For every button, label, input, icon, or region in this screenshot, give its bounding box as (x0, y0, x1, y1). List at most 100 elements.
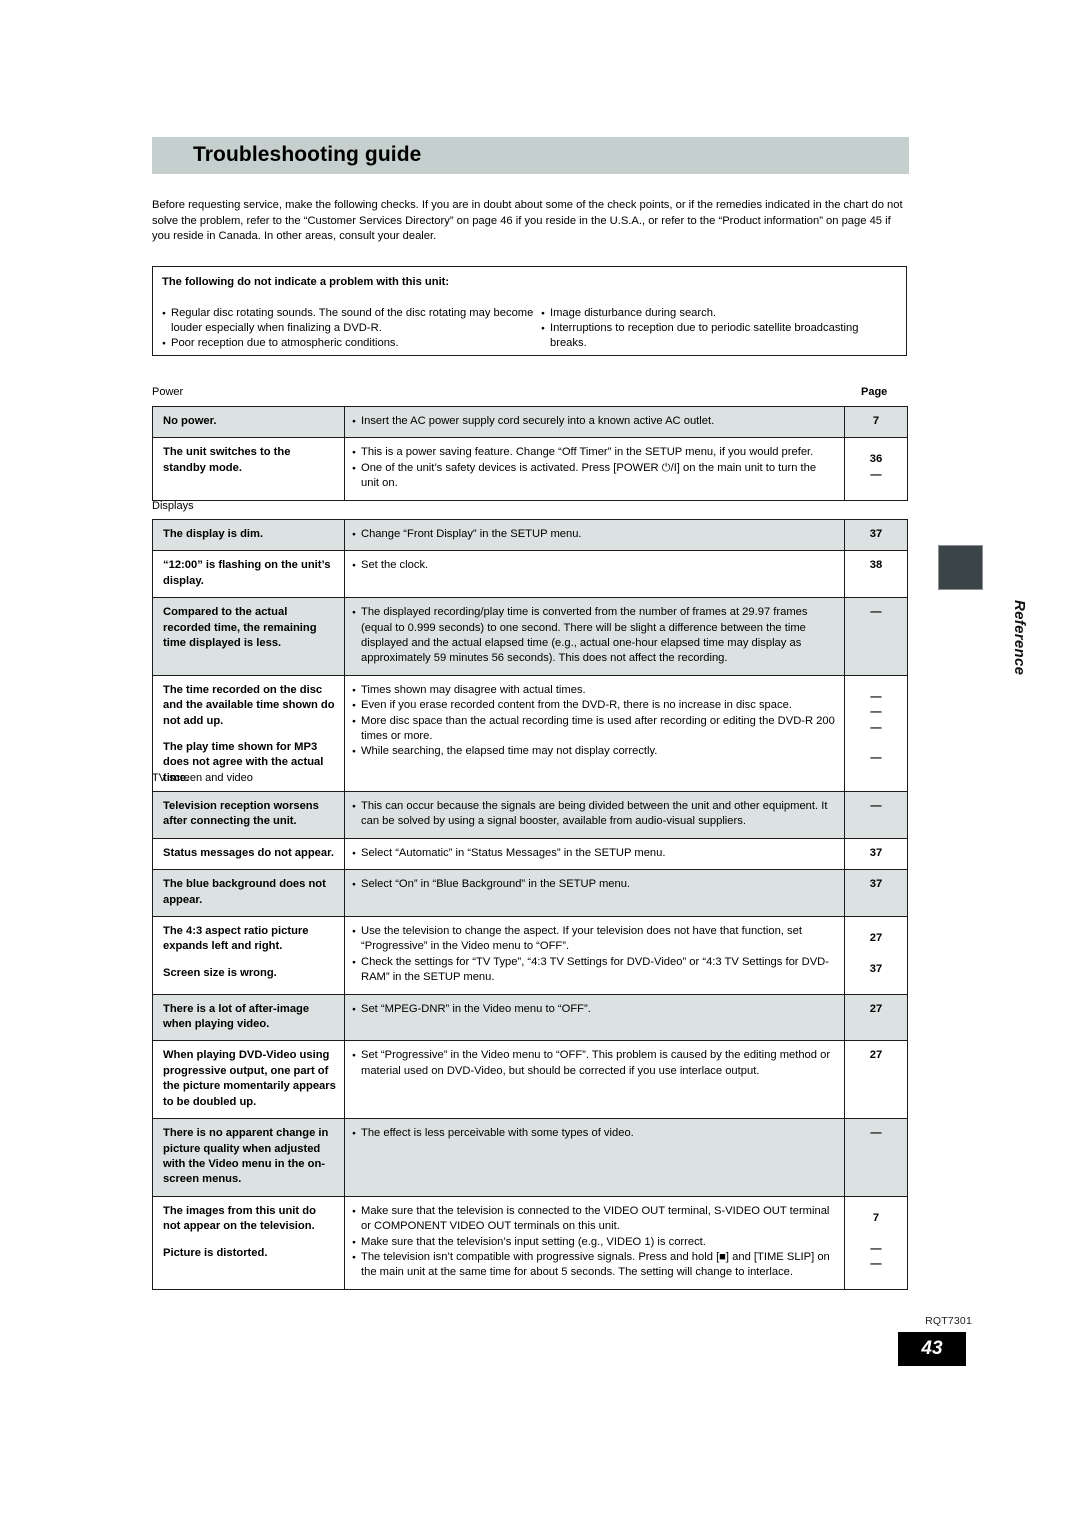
page-ref-cell: — — — — (845, 676, 907, 794)
table-row: Status messages do not appear. Select “Au… (153, 838, 907, 871)
page-ref-cell: 27 (845, 1041, 907, 1118)
remedy-item: While searching, the elapsed time may no… (352, 744, 836, 760)
page-ref-cell: 27 37 (845, 917, 907, 994)
table-row: There is a lot of after-image when playi… (153, 994, 907, 1042)
symptom-text: “12:00” is flashing on the unit’s displa… (163, 559, 331, 587)
page-ref-cell: 38 (845, 551, 907, 597)
section-label: TV screen and video (152, 772, 253, 784)
remedy-item: Set the clock. (352, 558, 836, 574)
symptom-text: Television reception worsens after conne… (163, 800, 319, 828)
page-ref: — (870, 752, 882, 765)
page-title: Troubleshooting guide (193, 143, 422, 166)
remedy-item: This is a power saving feature. Change “… (352, 445, 836, 461)
symptom-cell: There is no apparent change in picture q… (153, 1119, 345, 1196)
symptom-spacer (163, 1235, 336, 1246)
symptom-text: Status messages do not appear. (163, 846, 334, 859)
symptom-spacer (163, 729, 336, 740)
page-ref-cell: — (845, 792, 907, 838)
page-title-band: Troubleshooting guide (152, 137, 909, 174)
list-item: Regular disc rotating sounds. The sound … (162, 306, 542, 336)
page-ref-cell: 36 — (845, 438, 907, 499)
section-label: Displays (152, 500, 194, 512)
remedy-cell: Select “Automatic” in “Status Messages” … (345, 838, 845, 870)
remedy-cell: Insert the AC power supply cord securely… (345, 407, 845, 438)
symptom-cell: Television reception worsens after conne… (153, 792, 345, 838)
symptom-spacer (163, 955, 336, 966)
symptom-cell: The 4:3 aspect ratio picture expands lef… (153, 917, 345, 994)
page-ref-cell: 7 — — (845, 1197, 907, 1289)
symptom-text: The images from this unit do not appear … (163, 1204, 316, 1233)
troubleshooting-table: Television reception worsens after conne… (152, 791, 908, 1290)
remedy-item: Even if you erase recorded content from … (352, 698, 836, 714)
remedy-cell: This is a power saving feature. Change “… (345, 438, 845, 500)
page-number: 43 (921, 1338, 943, 1359)
symptom-cell: “12:00” is flashing on the unit’s displa… (153, 551, 345, 598)
remedy-cell: Set “Progressive” in the Video menu to “… (345, 1041, 845, 1119)
remedy-item: Set “MPEG-DNR” in the Video menu to “OFF… (352, 1002, 836, 1018)
intro-paragraph: Before requesting service, make the foll… (152, 199, 903, 243)
remedy-item: Insert the AC power supply cord securely… (352, 414, 836, 430)
table-row: There is no apparent change in picture q… (153, 1119, 907, 1197)
remedy-item: More disc space than the actual recordin… (352, 714, 836, 745)
remedy-item: Times shown may disagree with actual tim… (352, 683, 836, 699)
symptom-text: No power. (163, 415, 217, 427)
symptom-text: Picture is distorted. (163, 1246, 268, 1259)
symptom-text: The unit switches to the standby mode. (163, 446, 291, 474)
page-ref-cell: 27 (845, 995, 907, 1041)
page-ref-cell: 37 (845, 520, 907, 550)
troubleshooting-table: The display is dim. Change “Front Display… (152, 519, 908, 796)
page-ref: — (870, 800, 882, 812)
symptom-text: Compared to the actual recorded time, th… (163, 606, 317, 650)
remedy-item: Set “Progressive” in the Video menu to “… (352, 1048, 836, 1079)
page-ref: — (870, 468, 882, 481)
page-ref: — (870, 1242, 882, 1255)
remedy-cell: Set “MPEG-DNR” in the Video menu to “OFF… (345, 994, 845, 1041)
remedy-cell: Change “Front Display” in the SETUP menu… (345, 520, 845, 551)
table-row: “12:00” is flashing on the unit’s displa… (153, 551, 907, 599)
page-ref-cell: 37 (845, 839, 907, 869)
remedy-item: Make sure that the television’s input se… (352, 1235, 836, 1251)
symptom-cell: When playing DVD-Video using progressive… (153, 1041, 345, 1119)
page-ref: — (870, 1127, 882, 1140)
page-ref-cell: — (845, 1119, 907, 1196)
table-row: The display is dim. Change “Front Display… (153, 520, 907, 552)
remedy-cell: Select “On” in “Blue Background” in the … (345, 870, 845, 917)
notebox-heading: The following do not indicate a problem … (162, 276, 450, 288)
troubleshooting-table: No power. Insert the AC power supply cord… (152, 406, 908, 501)
page-ref: — (870, 1257, 882, 1270)
reference-tab-marker (938, 545, 983, 590)
no-problem-notebox: The following do not indicate a problem … (152, 266, 907, 356)
page-ref: — (870, 606, 882, 619)
symptom-text: The time recorded on the disc and the av… (163, 683, 335, 727)
page-ref: 27 (869, 1002, 883, 1015)
remedy-item: This can occur because the signals are b… (352, 799, 836, 830)
table-row: Television reception worsens after conne… (153, 792, 907, 839)
page-ref: 37 (869, 846, 883, 859)
symptom-cell: There is a lot of after-image when playi… (153, 994, 345, 1041)
page-ref: — (870, 706, 882, 719)
table-row: The 4:3 aspect ratio picture expands lef… (153, 917, 907, 995)
remedy-item: The displayed recording/play time is con… (352, 605, 836, 667)
page-ref: — (870, 690, 882, 703)
symptom-cell: Status messages do not appear. (153, 838, 345, 870)
reference-tab-label: Reference (1011, 600, 1028, 676)
symptom-cell: The blue background does not appear. (153, 870, 345, 917)
remedy-cell: Use the television to change the aspect.… (345, 917, 845, 994)
remedy-cell: The displayed recording/play time is con… (345, 598, 845, 675)
remedy-item: Change “Front Display” in the SETUP menu… (352, 527, 836, 543)
list-item: Poor reception due to atmospheric condit… (162, 336, 542, 352)
remedy-item: The television isn’t compatible with pro… (352, 1250, 836, 1281)
page-ref: 38 (869, 559, 883, 572)
page-ref-cell: 37 (845, 870, 907, 916)
table-row: The blue background does not appear. Sele… (153, 870, 907, 918)
page-ref: 37 (869, 528, 883, 540)
remedy-cell: The effect is less perceivable with some… (345, 1119, 845, 1196)
remedy-item: Select “Automatic” in “Status Messages” … (352, 846, 836, 862)
notebox-left-column: Regular disc rotating sounds. The sound … (162, 306, 542, 352)
remedy-item: The effect is less perceivable with some… (352, 1126, 836, 1142)
notebox-right-column: Image disturbance during search. Interru… (541, 306, 896, 351)
remedy-cell: Set the clock. (345, 551, 845, 598)
remedy-cell: Times shown may disagree with actual tim… (345, 675, 845, 795)
table-row: The images from this unit do not appear … (153, 1196, 907, 1289)
page-ref: 27 (869, 932, 883, 945)
